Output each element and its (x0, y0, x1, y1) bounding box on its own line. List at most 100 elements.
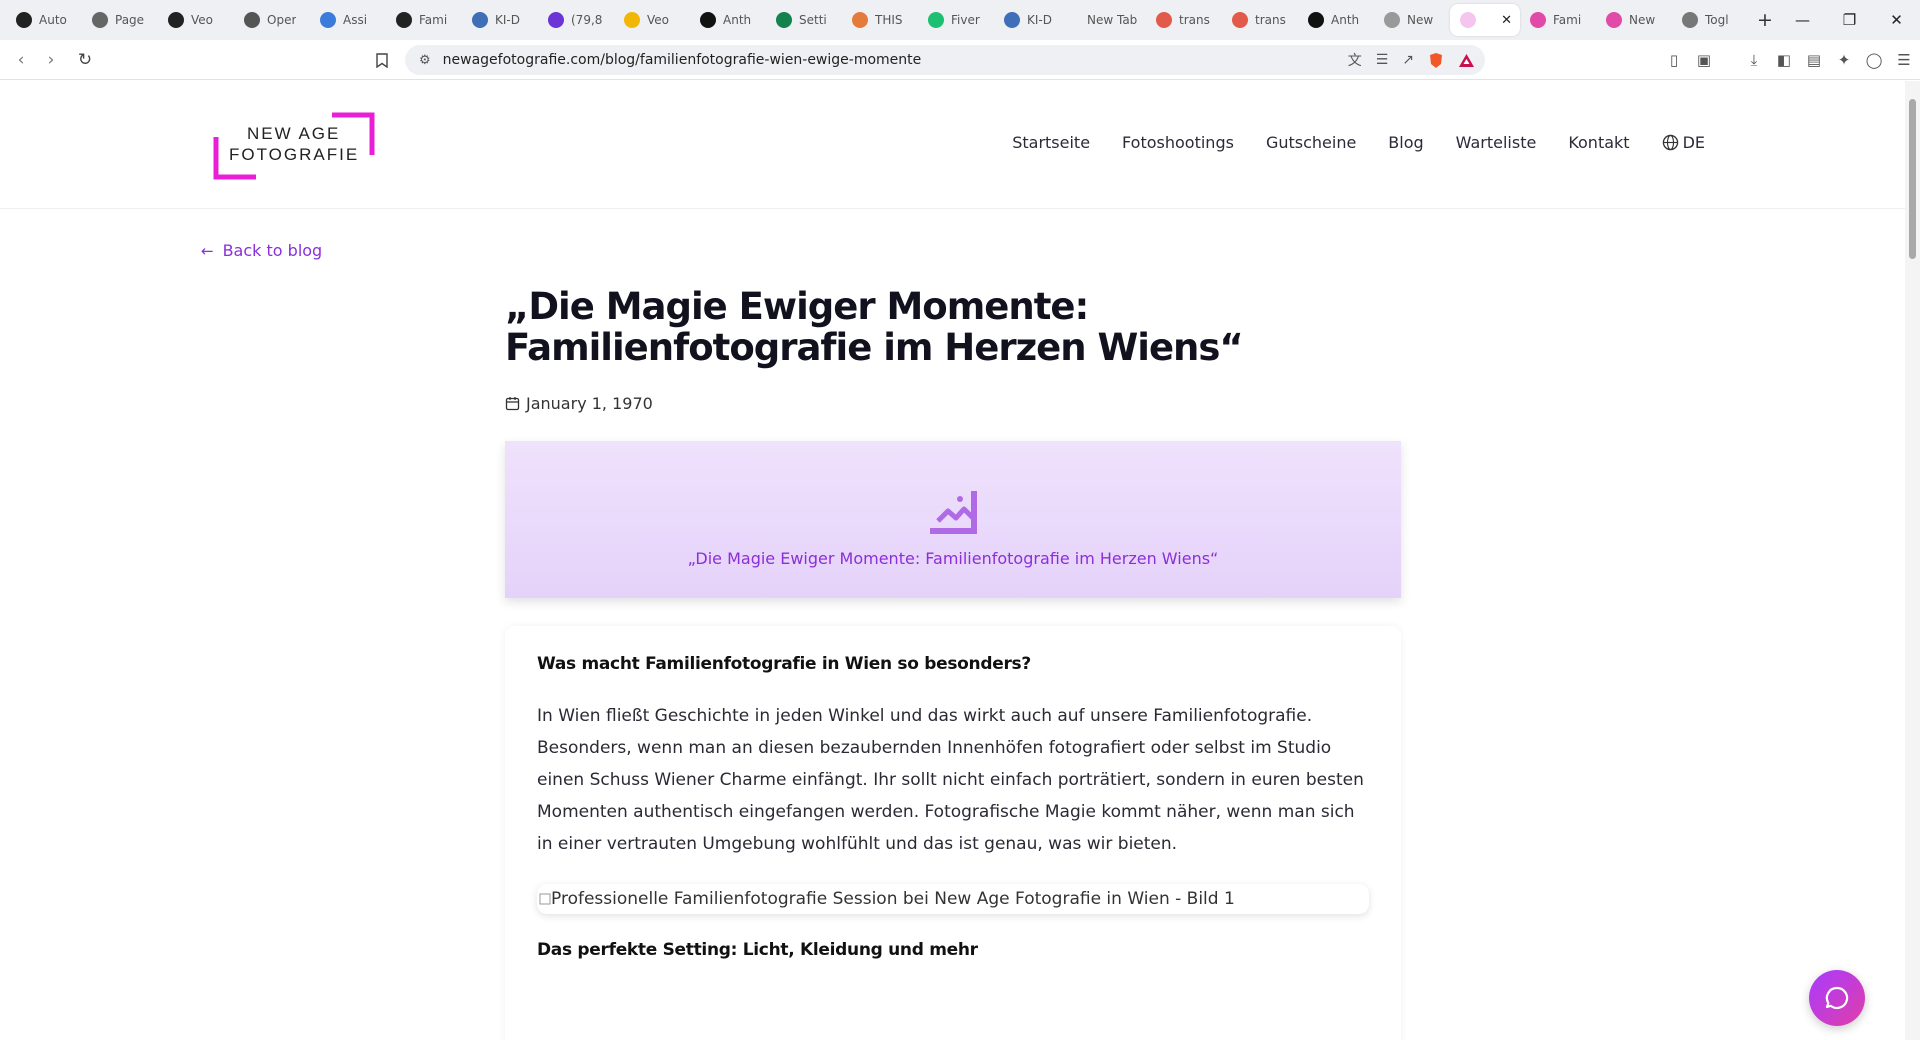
image-alt-text: Professionelle Familienfotografie Sessio… (551, 889, 1235, 909)
nav-warteliste[interactable]: Warteliste (1456, 133, 1537, 152)
extensions-puzzle-icon[interactable]: ▯ (1666, 51, 1682, 69)
wallet-icon[interactable]: ▤ (1806, 51, 1822, 69)
tab-2[interactable]: Veo (158, 4, 234, 36)
bookmark-icon[interactable] (370, 48, 394, 72)
tab-title: Page (115, 13, 145, 27)
arrow-left-icon: ← (201, 241, 214, 260)
nav-gutscheine[interactable]: Gutscheine (1266, 133, 1356, 152)
vpn-shield-icon[interactable]: ◯ (1866, 51, 1883, 69)
tab-after-1[interactable]: New (1596, 4, 1672, 36)
reload-icon[interactable]: ↻ (70, 45, 100, 75)
menu-icon[interactable]: ☰ (1896, 51, 1912, 69)
tab-favicon-icon (244, 12, 260, 28)
brave-shield-icon[interactable] (1428, 52, 1444, 69)
back-to-blog-link[interactable]: ← Back to blog (201, 241, 322, 260)
forward-arrow-icon[interactable]: › (36, 45, 66, 75)
tab-13[interactable]: KI-D (994, 4, 1070, 36)
tab-active[interactable]: ✕ (1450, 4, 1520, 36)
article-content: Was macht Familienfotografie in Wien so … (505, 626, 1401, 1040)
section-heading-2: Das perfekte Setting: Licht, Kleidung un… (537, 940, 978, 960)
reader-mode-icon[interactable]: ☰ (1376, 52, 1389, 68)
chat-widget-button[interactable] (1809, 970, 1865, 1026)
scrollbar-thumb[interactable] (1909, 99, 1916, 259)
tab-favicon-icon (1530, 12, 1546, 28)
leo-ai-icon[interactable]: ✦ (1836, 51, 1852, 69)
tab-title: Fami (419, 13, 448, 27)
tab-10[interactable]: Setti (766, 4, 842, 36)
tab-0[interactable]: Auto (6, 4, 82, 36)
tab-3[interactable]: Oper (234, 4, 310, 36)
logo-text-line2: FOTOGRAFIE (229, 145, 360, 164)
hero-image-placeholder: „Die Magie Ewiger Momente: Familienfotog… (505, 441, 1401, 598)
tab-title: New (1629, 13, 1656, 27)
page-scrollbar[interactable] (1905, 81, 1920, 1040)
paragraph-1: In Wien fließt Geschichte in jeden Winke… (537, 706, 1364, 854)
tab-favicon-icon (624, 12, 640, 28)
tab-title: Setti (799, 13, 827, 27)
tab-favicon-icon (168, 12, 184, 28)
tab-15[interactable]: trans (1146, 4, 1222, 36)
tab-17[interactable]: Anth (1298, 4, 1374, 36)
nav-fotoshootings[interactable]: Fotoshootings (1122, 133, 1234, 152)
tab-favicon-icon (1232, 12, 1248, 28)
tab-title: Veo (647, 13, 670, 27)
site-settings-icon[interactable]: ⚙ (419, 53, 431, 68)
translate-icon[interactable]: 文 (1348, 50, 1362, 70)
tab-14[interactable]: New Tab (1070, 4, 1146, 36)
nav-blog[interactable]: Blog (1388, 133, 1423, 152)
downloads-icon[interactable]: ⤓ (1746, 51, 1762, 69)
tab-8[interactable]: Veo (614, 4, 690, 36)
tab-title: Assi (343, 13, 368, 27)
tab-title: Anth (1331, 13, 1360, 27)
tab-favicon-icon (472, 12, 488, 28)
chat-bubble-icon (1825, 986, 1849, 1010)
tab-4[interactable]: Assi (310, 4, 386, 36)
tab-6[interactable]: KI-D (462, 4, 538, 36)
close-window-icon[interactable]: ✕ (1873, 0, 1920, 40)
article-header: „Die Magie Ewiger Momente: Familienfotog… (505, 286, 1401, 413)
tab-title: Fami (1553, 13, 1582, 27)
tab-favicon-icon (1308, 12, 1324, 28)
tab-7[interactable]: (79,8 (538, 4, 614, 36)
address-bar[interactable]: ⚙ newagefotografie.com/blog/familienfoto… (405, 45, 1485, 75)
main-navigation: Startseite Fotoshootings Gutscheine Blog… (1012, 133, 1705, 152)
close-tab-icon[interactable]: ✕ (1501, 13, 1512, 28)
tab-5[interactable]: Fami (386, 4, 462, 36)
window-controls: — ❐ ✕ (1779, 0, 1920, 40)
url-text[interactable]: newagefotografie.com/blog/familienfotogr… (443, 52, 922, 68)
tab-16[interactable]: trans (1222, 4, 1298, 36)
tab-title: Anth (723, 13, 752, 27)
site-logo[interactable]: NEW AGE FOTOGRAFIE (213, 111, 375, 181)
globe-icon (1662, 134, 1678, 151)
back-to-blog-label: Back to blog (222, 241, 323, 260)
back-arrow-icon[interactable]: ‹ (6, 45, 36, 75)
restore-icon[interactable]: ❐ (1826, 0, 1873, 40)
tab-search-icon[interactable]: ▣ (1696, 51, 1712, 69)
tab-title: Togl (1705, 13, 1729, 27)
tab-12[interactable]: Fiver (918, 4, 994, 36)
sidebar-icon[interactable]: ◧ (1776, 51, 1792, 69)
tab-favicon-icon (92, 12, 108, 28)
tab-after-2[interactable]: Togl (1672, 4, 1748, 36)
share-icon[interactable]: ↗ (1402, 52, 1414, 68)
tab-11[interactable]: THIS (842, 4, 918, 36)
new-tab-button[interactable]: + (1748, 4, 1782, 36)
article-date-text: January 1, 1970 (526, 394, 653, 413)
tab-9[interactable]: Anth (690, 4, 766, 36)
tab-title: THIS (875, 13, 903, 27)
image-placeholder-icon (930, 491, 977, 534)
minimize-icon[interactable]: — (1779, 0, 1826, 40)
tab-favicon-icon (1460, 12, 1476, 28)
tab-title: New Tab (1087, 13, 1138, 27)
rewards-triangle-icon[interactable] (1458, 53, 1475, 68)
browser-toolbar: ‹ › ↻ ⚙ newagefotografie.com/blog/famili… (0, 40, 1920, 80)
tab-title: trans (1255, 13, 1286, 27)
language-switcher[interactable]: DE (1662, 133, 1705, 152)
tab-18[interactable]: New (1374, 4, 1450, 36)
tab-after-0[interactable]: Fami (1520, 4, 1596, 36)
tab-title: Veo (191, 13, 214, 27)
nav-startseite[interactable]: Startseite (1012, 133, 1090, 152)
browser-tab-bar: Auto Page Veo Oper Assi Fami KI-D (79,8 Veo Anth S… (0, 0, 1920, 40)
nav-kontakt[interactable]: Kontakt (1568, 133, 1629, 152)
tab-1[interactable]: Page (82, 4, 158, 36)
